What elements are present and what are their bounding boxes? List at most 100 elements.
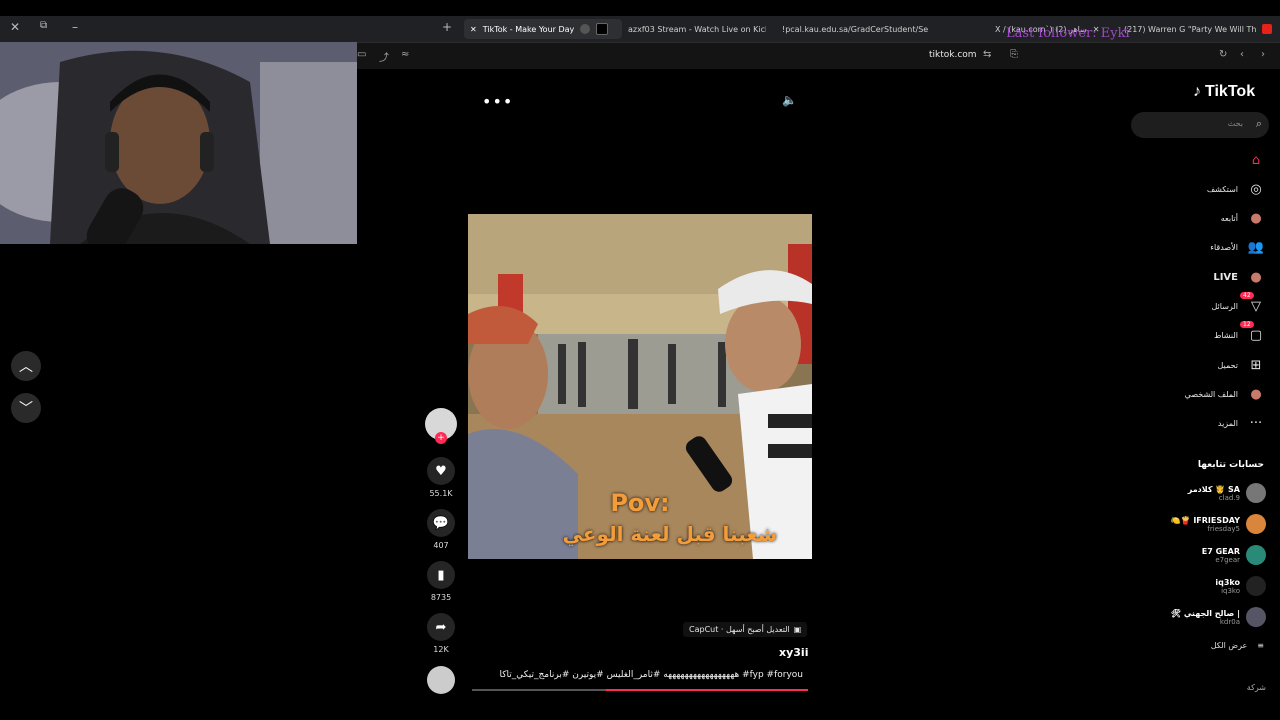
chevron-down-icon: ﹀ [19, 401, 33, 417]
back-icon[interactable]: ‹ [1240, 49, 1244, 60]
comment-button[interactable]: 💬 407 [425, 509, 457, 550]
tab-kick[interactable]: azxf03 Stream - Watch Live on Kick [628, 19, 766, 39]
sidebar-nav-item[interactable]: المزيد ··· [1218, 413, 1266, 433]
youtube-favicon-icon [1262, 24, 1272, 34]
share-arrow-icon: ➦ [427, 613, 455, 641]
sidebar-nav-item[interactable]: تحميل ⊞ [1218, 355, 1267, 375]
sidebar-nav-item[interactable]: الرسائل ▽ 42 [1211, 292, 1267, 316]
account-names: 🍋🍟 IFRIESDAY friesday5 [1171, 516, 1240, 533]
video-progress-bar[interactable] [472, 689, 808, 691]
address-bar: ▭ ⤴ ≈ tiktok.com ⇆ ⎘ ↻ ‹ › [357, 43, 1280, 69]
account-names: E7 GEAR e7gear [1202, 547, 1240, 564]
capcut-badge[interactable]: CapCut · التعديل أصبح أسهل ▣ [683, 622, 808, 637]
activity-icon: ▢ 12 [1240, 321, 1266, 345]
site-settings-icon[interactable]: ⇆ [983, 49, 991, 60]
list-icon: ≡ [1257, 641, 1264, 650]
volume-icon[interactable]: 🔈 [782, 93, 797, 107]
webcam-feed [0, 42, 357, 244]
tiktok-favicon-icon [596, 23, 609, 35]
url-text[interactable]: tiktok.com [929, 50, 977, 60]
sidebar-nav-label: أتابعه [1220, 213, 1238, 223]
save-count: 8735 [430, 593, 452, 602]
account-names: iq3ko iq3ko [1215, 578, 1240, 595]
see-all-label: عرض الكل [1210, 641, 1248, 650]
account-names: كلادمر 🤴 SA clad.9 [1188, 485, 1240, 502]
video-player[interactable]: Pov: شعبنا قبل لعنة الوعي [468, 214, 812, 559]
sidebar-nav-item[interactable]: استكشف ◎ [1207, 179, 1266, 199]
follow-plus-icon[interactable]: + [435, 432, 447, 444]
sidebar-nav-item[interactable]: ⌂ [1238, 150, 1266, 170]
save-button[interactable]: ▮ 8735 [425, 561, 457, 602]
followed-account[interactable]: 🍋🍟 IFRIESDAY friesday5 [1171, 514, 1266, 534]
sidebar-nav-label: المزيد [1217, 418, 1238, 428]
followed-account[interactable]: 🛠 صالح الجهني | kdr0a [1171, 607, 1266, 627]
scroll-up-button[interactable]: ︿ [11, 351, 41, 381]
sidebar-nav-label: الرسائل [1211, 301, 1239, 311]
account-handle: iq3ko [1221, 586, 1240, 595]
sidebar-nav-item[interactable]: أتابعه ● [1221, 208, 1266, 228]
tab-kau[interactable]: !pcal.kau.edu.sa/GradCerStudent/Se [768, 19, 928, 39]
new-tab-icon[interactable]: + [442, 20, 452, 34]
share-count: 12K [433, 645, 449, 654]
extension-icon[interactable]: ≈ [401, 49, 409, 60]
sidebar-nav-label: LIVE [1213, 271, 1238, 283]
share-button[interactable]: ➦ 12K [425, 613, 457, 654]
avatar [1246, 483, 1266, 503]
video-author[interactable]: xy3ii [779, 646, 808, 659]
scroll-down-button[interactable]: ﹀ [11, 393, 41, 423]
sidebar-nav-item[interactable]: الأصدقاء 👥 [1210, 237, 1266, 257]
search-placeholder: بحث [1227, 119, 1243, 128]
sidebar-nav-label: تحميل [1217, 360, 1239, 370]
sidebar-nav-label: الأصدقاء [1210, 242, 1238, 252]
mute-tab-icon[interactable] [580, 24, 591, 34]
tab-label: !pcal.kau.edu.sa/GradCerStudent/Se [782, 24, 928, 34]
see-all-link[interactable]: عرض الكل ≡ [1211, 641, 1264, 650]
reload-icon[interactable]: ↻ [1219, 49, 1227, 60]
music-disc-icon [427, 666, 455, 694]
more-icon: ··· [1249, 415, 1263, 431]
tab-label: azxf03 Stream - Watch Live on Kick [628, 24, 766, 34]
stream-overlay-text: Last follower: Eyki [1006, 26, 1130, 41]
search-input[interactable]: بحث ⌕ [1131, 112, 1269, 138]
video-caption-pov: Pov: [610, 489, 670, 517]
tiktok-logo[interactable]: ♪ TikTok [1193, 83, 1255, 101]
followed-account[interactable]: E7 GEAR e7gear [1202, 545, 1266, 565]
close-window-icon[interactable]: ✕ [10, 20, 20, 34]
bookmark-icon[interactable]: ⎘ [1010, 49, 1018, 60]
music-disc-button[interactable] [425, 666, 457, 694]
followed-account[interactable]: كلادمر 🤴 SA clad.9 [1188, 483, 1266, 503]
sidebar-nav-item[interactable]: الملف الشخصي ● [1185, 384, 1266, 404]
sidebar-nav-item[interactable]: LIVE ● [1213, 267, 1266, 287]
sidebar-nav-label: استكشف [1206, 184, 1238, 194]
close-tab-icon[interactable]: ✕ [470, 25, 477, 34]
comment-count: 407 [433, 541, 449, 550]
home-icon: ⌂ [1251, 152, 1261, 168]
like-count: 55.1K [429, 489, 453, 498]
sidebar-nav-item[interactable]: النشاط ▢ 12 [1214, 321, 1266, 345]
forward-icon[interactable]: › [1261, 49, 1265, 60]
tiktok-note-icon: ♪ [1193, 83, 1201, 100]
account-name: E7 GEAR [1201, 546, 1240, 556]
sidebar-toggle-icon[interactable]: ▭ [357, 49, 366, 60]
search-icon[interactable]: ⌕ [1256, 117, 1262, 131]
tab-label: (217) Warren G "Party We Will Th [1124, 24, 1257, 34]
avatar [1246, 607, 1266, 627]
upload-icon: ⊞ [1250, 357, 1262, 373]
tab-youtube[interactable]: (217) Warren G "Party We Will Th [1124, 19, 1272, 39]
more-options-icon[interactable]: ••• [482, 92, 513, 111]
following-header: حسابات تتابعها [1197, 460, 1264, 470]
followed-account[interactable]: iq3ko iq3ko [1215, 576, 1266, 596]
minimize-window-icon[interactable]: – [72, 20, 78, 34]
tab-tiktok[interactable]: ✕ TikTok - Make Your Day [464, 19, 622, 39]
bookmark-icon: ▮ [427, 561, 455, 589]
share-icon[interactable]: ⤴ [379, 49, 389, 64]
account-handle: kdr0a [1219, 617, 1240, 626]
like-button[interactable]: ♥ 55.1K [425, 457, 457, 498]
live-icon: ● [1250, 269, 1262, 285]
account-handle: friesday5 [1207, 524, 1240, 533]
following-avatar-icon: ● [1250, 210, 1262, 226]
restore-window-icon[interactable]: ⧉ [40, 20, 47, 31]
company-link[interactable]: شركة [1247, 683, 1266, 692]
explore-icon: ◎ [1250, 181, 1262, 197]
author-avatar-button[interactable]: + [425, 408, 457, 444]
